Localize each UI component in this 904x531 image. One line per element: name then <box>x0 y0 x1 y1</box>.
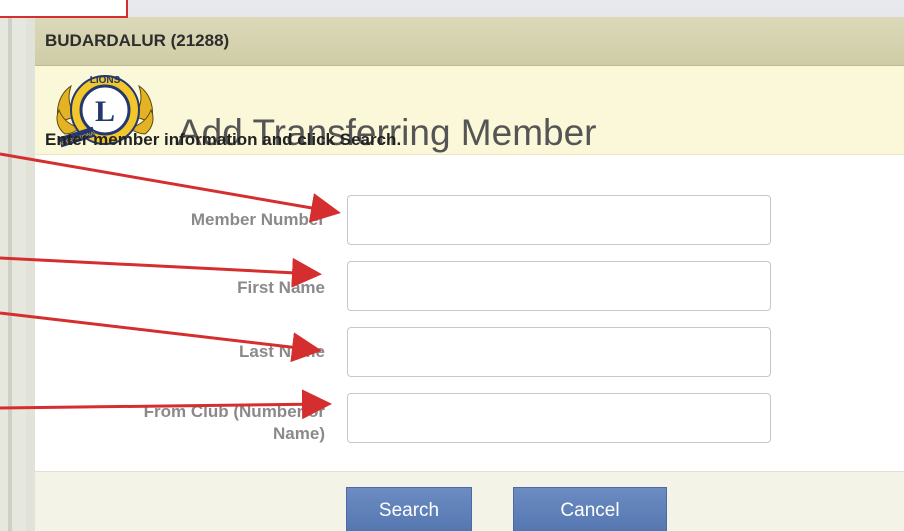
cancel-button[interactable]: Cancel <box>513 487 667 531</box>
search-button[interactable]: Search <box>346 487 472 531</box>
from-club-input[interactable] <box>347 393 771 443</box>
last-name-input[interactable] <box>347 327 771 377</box>
screenshot-stage: BUDARDALUR (21288) L LIONS INTERNATIONAL <box>0 0 904 531</box>
page-header: L LIONS INTERNATIONAL Add Transferring M… <box>35 66 904 155</box>
club-title-bar: BUDARDALUR (21288) <box>35 17 904 66</box>
from-club-row: From Club (Number or Name) <box>35 393 904 459</box>
from-club-label-line1: From Club (Number or <box>143 402 325 421</box>
left-frame-band <box>0 0 27 531</box>
transfer-member-panel: BUDARDALUR (21288) L LIONS INTERNATIONAL <box>26 17 904 531</box>
first-name-row: First Name <box>35 261 904 327</box>
member-number-input[interactable] <box>347 195 771 245</box>
member-number-label: Member Number <box>190 210 325 229</box>
svg-text:LIONS: LIONS <box>90 75 121 86</box>
last-name-label: Last Name <box>239 342 325 361</box>
member-search-form: Member Number First Name Last Name From … <box>35 155 904 475</box>
first-name-input[interactable] <box>347 261 771 311</box>
form-actions: Search Cancel <box>35 471 904 531</box>
from-club-label: From Club (Number or Name) <box>144 401 325 445</box>
left-frame-rail <box>8 0 12 531</box>
first-name-label: First Name <box>237 278 325 297</box>
instruction-text: Enter member information and click Searc… <box>45 130 402 149</box>
club-name: BUDARDALUR (21288) <box>45 31 230 50</box>
last-name-row: Last Name <box>35 327 904 393</box>
annotation-callout-box <box>0 0 128 18</box>
member-number-row: Member Number <box>35 195 904 261</box>
from-club-label-line2: Name) <box>273 424 325 443</box>
svg-text:L: L <box>95 95 115 128</box>
